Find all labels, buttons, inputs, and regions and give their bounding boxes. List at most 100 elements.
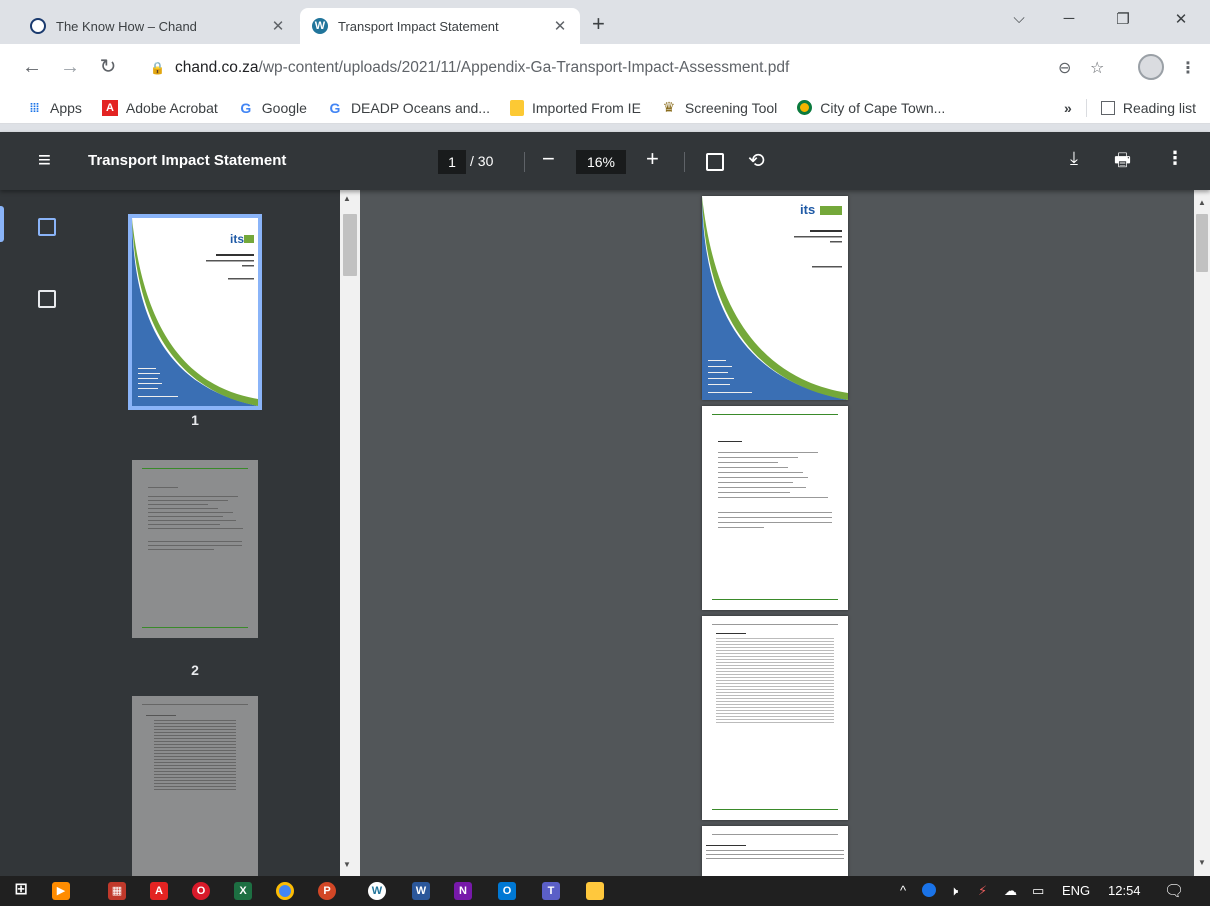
minimize-button[interactable]: ─ xyxy=(1046,10,1092,27)
download-icon[interactable]: ⤓ xyxy=(1070,148,1078,169)
scroll-down-arrow[interactable]: ▼ xyxy=(343,860,351,869)
file-explorer-icon[interactable] xyxy=(586,882,604,900)
reload-button[interactable]: ↻ xyxy=(96,56,120,78)
header-rule xyxy=(712,414,838,415)
zoom-input[interactable]: 16% xyxy=(576,150,626,174)
close-tab-icon[interactable]: ✕ xyxy=(270,17,286,35)
url-text[interactable]: chand.co.za/wp-content/uploads/2021/11/A… xyxy=(175,59,789,77)
adobe-acrobat-taskbar-icon[interactable]: A xyxy=(150,882,168,900)
svg-text:its: its xyxy=(230,232,244,246)
wordpress-taskbar-icon[interactable]: W xyxy=(368,882,386,900)
bookmark-deadp[interactable]: G DEADP Oceans and... xyxy=(327,100,490,116)
thumbnail-page-number: 1 xyxy=(191,412,199,428)
cover-page-graphic: its xyxy=(702,196,848,400)
more-actions-icon[interactable]: ⋮ xyxy=(1166,148,1184,169)
page-number-input[interactable]: 1 xyxy=(438,150,466,174)
bookmark-screening-tool[interactable]: ♛ Screening Tool xyxy=(661,99,778,116)
print-icon[interactable]: 🖶 xyxy=(1114,148,1131,178)
windows-start-icon[interactable]: ⊞ xyxy=(12,882,30,900)
word-icon[interactable]: W xyxy=(412,882,430,900)
tab-the-know-how[interactable]: The Know How – Chand ✕ xyxy=(18,8,298,44)
teams-icon[interactable]: T xyxy=(542,882,560,900)
divider xyxy=(524,152,525,172)
onenote-icon[interactable]: N xyxy=(454,882,472,900)
clock[interactable]: 12:54 xyxy=(1108,883,1141,898)
text-line xyxy=(148,487,178,488)
app-icon[interactable]: ▦ xyxy=(108,882,126,900)
table-of-contents-lines xyxy=(144,720,246,790)
network-icon[interactable]: ▭ xyxy=(1032,883,1044,899)
scroll-down-arrow[interactable]: ▼ xyxy=(1198,858,1206,867)
footer-rule xyxy=(142,627,248,628)
tab-title: The Know How – Chand xyxy=(56,18,197,34)
bookmark-adobe-acrobat[interactable]: A Adobe Acrobat xyxy=(101,99,218,116)
sidebar-icon-column xyxy=(0,190,92,876)
zoom-icon[interactable]: ⊖ xyxy=(1058,58,1071,78)
menu-icon[interactable]: ≡ xyxy=(38,149,51,171)
outlook-icon[interactable]: O xyxy=(498,882,516,900)
opera-icon[interactable]: O xyxy=(192,882,210,900)
show-hidden-icons[interactable]: ^ xyxy=(900,883,906,898)
tab-search-icon[interactable]: ⌵ xyxy=(996,10,1042,27)
wordpress-icon: W xyxy=(312,18,328,34)
pdf-page-2 xyxy=(702,406,848,610)
windows-taskbar: ⊞ ▶ ▦ A O X P W W N O T ^ 🕨 ⚡ ☁ ▭ ENG 12… xyxy=(0,876,1210,906)
apps-grid-icon: ⁞⁞⁞ xyxy=(29,100,40,115)
media-player-icon[interactable]: ▶ xyxy=(52,882,70,900)
chrome-menu-icon[interactable]: ⋮ xyxy=(1180,58,1196,78)
address-bar[interactable]: 🔒 chand.co.za/wp-content/uploads/2021/11… xyxy=(140,50,1100,86)
fit-to-page-icon[interactable] xyxy=(706,153,724,171)
bookmark-star-icon[interactable]: ☆ xyxy=(1090,58,1104,78)
profile-avatar[interactable] xyxy=(1138,54,1164,80)
scrollbar-thumb[interactable] xyxy=(1196,214,1208,272)
language-indicator[interactable]: ENG xyxy=(1062,883,1090,898)
chrome-icon[interactable] xyxy=(276,882,294,900)
bookmark-apps[interactable]: ⁞⁞⁞ Apps xyxy=(26,100,82,116)
bookmark-folder-imported[interactable]: Imported From IE xyxy=(509,99,641,116)
pdf-sidebar: its 1 2 xyxy=(0,190,340,876)
thumbnail-list: its 1 2 xyxy=(92,190,340,876)
forward-button[interactable]: → xyxy=(58,56,82,78)
page-thumbnail-3[interactable] xyxy=(132,696,258,876)
scroll-up-arrow[interactable]: ▲ xyxy=(343,194,351,203)
rotate-icon[interactable]: ⟲ xyxy=(748,148,765,173)
network-warning-icon[interactable]: ⚡ xyxy=(978,883,987,899)
notifications-icon[interactable]: 🗨 xyxy=(1164,881,1184,901)
bookmark-city-of-cape-town[interactable]: City of Cape Town... xyxy=(797,100,945,116)
document-outline-icon[interactable] xyxy=(38,290,56,308)
tab-strip: The Know How – Chand ✕ W Transport Impac… xyxy=(0,0,1210,44)
pdf-viewer[interactable]: its xyxy=(360,190,1194,876)
tab-transport-impact-statement[interactable]: W Transport Impact Statement ✕ xyxy=(300,8,580,44)
thumbnail-view-icon[interactable] xyxy=(38,218,56,236)
scroll-up-arrow[interactable]: ▲ xyxy=(1198,198,1206,207)
reading-list-button[interactable]: Reading list xyxy=(1123,100,1196,116)
tray-app-icon[interactable] xyxy=(922,883,936,897)
thumbnail-scrollbar[interactable]: ▲ ▼ xyxy=(340,190,360,876)
google-icon: G xyxy=(240,99,252,116)
close-tab-icon[interactable]: ✕ xyxy=(552,17,568,35)
zoom-out-button[interactable]: − xyxy=(542,146,555,172)
back-button[interactable]: ← xyxy=(20,56,44,78)
footer-rule xyxy=(712,809,838,810)
close-window-button[interactable]: ✕ xyxy=(1158,10,1204,28)
scrollbar-thumb[interactable] xyxy=(343,214,357,276)
lock-icon[interactable]: 🔒 xyxy=(150,61,165,75)
new-tab-button[interactable]: + xyxy=(592,13,605,35)
folder-icon xyxy=(509,99,524,116)
volume-muted-icon[interactable]: 🕨 xyxy=(950,883,958,899)
excel-icon[interactable]: X xyxy=(234,882,252,900)
page-thumbnail-1[interactable]: its xyxy=(128,214,262,410)
zoom-in-button[interactable]: + xyxy=(646,146,659,172)
bookmark-google[interactable]: G Google xyxy=(238,100,307,116)
viewer-scrollbar[interactable]: ▲ ▼ xyxy=(1194,190,1210,876)
page-thumbnail-2[interactable] xyxy=(132,460,258,638)
powerpoint-icon[interactable]: P xyxy=(318,882,336,900)
document-title: Transport Impact Statement xyxy=(88,152,287,169)
page-total: / 30 xyxy=(470,153,494,169)
bookmarks-overflow-button[interactable]: » xyxy=(1064,100,1072,116)
bookmarks-bar: ⁞⁞⁞ Apps A Adobe Acrobat G Google G DEADP Oc… xyxy=(0,92,1210,124)
restore-button[interactable]: ❐ xyxy=(1100,10,1146,28)
onedrive-icon[interactable]: ☁ xyxy=(1004,883,1017,899)
text-line xyxy=(718,441,742,442)
thumbnail-page-number: 2 xyxy=(191,662,199,678)
